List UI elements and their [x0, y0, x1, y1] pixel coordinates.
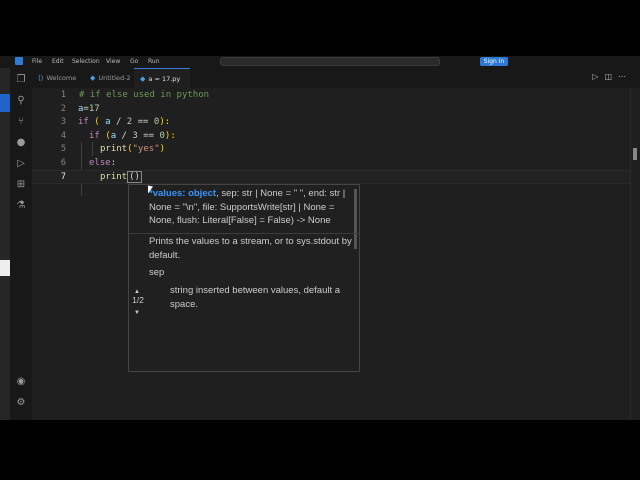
function-name: print	[100, 172, 128, 182]
tab-label: Welcome	[46, 74, 77, 82]
function-signature: *values: object, sep: str | None = " ", …	[149, 187, 357, 228]
line-number: 6	[60, 158, 66, 168]
line-number: 7	[60, 172, 66, 182]
number: 17	[88, 103, 100, 114]
code-line-5[interactable]: 5 print("yes")	[32, 143, 630, 157]
tab-untitled-2[interactable]: ◆ Untitled-2	[84, 68, 134, 88]
code-line-2[interactable]: 2 a=17	[32, 103, 630, 117]
menu-file[interactable]: File	[32, 58, 42, 65]
tab-a-17-py[interactable]: ◆ a = 17.py	[134, 68, 190, 101]
line-number: 1	[60, 90, 66, 100]
bracket-match: ()	[127, 171, 142, 183]
split-editor-icon[interactable]: ◫	[604, 72, 618, 81]
side-panel-edge	[0, 68, 10, 420]
operator: :	[110, 158, 117, 168]
comment: # if else used in python	[79, 90, 210, 100]
code-line-6[interactable]: 6 else:	[32, 157, 630, 171]
code-text: if ( a / 2 == 0):	[78, 116, 170, 130]
search-icon[interactable]: ⚲	[15, 95, 27, 107]
paren: (	[99, 130, 111, 141]
code-line-1[interactable]: 1 # if else used in python	[32, 89, 630, 103]
keyword: if	[89, 130, 100, 141]
operator: ==	[137, 130, 160, 141]
parameter-hint-popup: *values: object, sep: str | None = " ", …	[128, 184, 360, 372]
line-number: 2	[60, 103, 66, 114]
python-file-icon: ◆	[140, 75, 146, 83]
activity-bar: ❐ ⚲ ⑂ ● ▷ ⊞ ⚗ ◉ ⚙	[10, 68, 32, 420]
mouse-pointer-icon	[148, 185, 153, 195]
selected-item-highlight	[0, 94, 10, 112]
account-icon[interactable]: ◉	[15, 376, 27, 388]
tab-label: a = 17.py	[148, 75, 181, 83]
operator: /	[110, 117, 127, 128]
code-line-7[interactable]: 7 print()	[32, 170, 630, 184]
extensions-icon[interactable]: ⊞	[15, 179, 27, 191]
parameter-name: sep	[149, 267, 165, 278]
paren: (	[94, 117, 106, 128]
python-icon[interactable]: ●	[15, 137, 27, 149]
function-doc: Prints the values to a stream, or to sys…	[149, 236, 352, 261]
editor-tabs: ⟨⟩ Welcome ◆ Untitled-2 ◆ a = 17.py ▷◫⋯	[32, 68, 640, 101]
editor-actions: ▷◫⋯	[592, 72, 632, 81]
scrollbar-thumb[interactable]	[633, 148, 637, 160]
more-actions-icon[interactable]: ⋯	[618, 72, 632, 81]
string: "yes"	[132, 144, 160, 155]
file-icon: ◆	[90, 74, 96, 82]
paren: )	[159, 144, 166, 155]
line-number: 3	[60, 117, 66, 128]
panel-fragment	[0, 260, 10, 276]
next-overload-icon[interactable]: ▼	[134, 310, 140, 316]
vscode-icon: ⟨⟩	[38, 74, 44, 82]
run-debug-icon[interactable]: ▷	[15, 158, 27, 170]
function-name: print	[100, 144, 128, 155]
menu-selection[interactable]: Selection	[72, 58, 100, 65]
sign-in-button[interactable]: Sign in	[480, 57, 508, 66]
source-control-icon[interactable]: ⑂	[15, 116, 27, 128]
code-text: else:	[89, 157, 116, 171]
menu-view[interactable]: View	[106, 58, 120, 65]
keyword: else	[89, 158, 111, 168]
tab-label: Untitled-2	[98, 74, 131, 82]
explorer-icon[interactable]: ❐	[15, 74, 27, 86]
line-number: 4	[60, 130, 66, 141]
code-line-3[interactable]: 3 if ( a / 2 == 0):	[32, 116, 630, 130]
active-parameter: *values: object	[149, 188, 217, 199]
operator: ==	[132, 117, 154, 128]
tab-welcome[interactable]: ⟨⟩ Welcome	[32, 68, 84, 88]
menu-run[interactable]: Run	[148, 58, 160, 65]
vscode-logo-icon	[15, 57, 23, 65]
vscode-window: File Edit Selection View Go Run Sign in …	[0, 56, 640, 420]
testing-icon[interactable]: ⚗	[15, 200, 27, 212]
letterbox-bottom	[0, 420, 640, 480]
code-text: print("yes")	[100, 143, 165, 157]
code-text: print()	[100, 171, 142, 185]
paren: ):	[164, 130, 176, 141]
code-text: # if else used in python	[79, 89, 209, 103]
operator: /	[116, 130, 133, 141]
paren: ):	[159, 117, 171, 128]
command-search-box[interactable]	[220, 57, 440, 66]
editor-scrollbar[interactable]	[630, 88, 640, 420]
letterbox-top	[0, 0, 640, 56]
keyword: if	[78, 117, 89, 128]
menu-go[interactable]: Go	[130, 58, 138, 65]
menu-edit[interactable]: Edit	[52, 58, 64, 65]
run-icon[interactable]: ▷	[592, 72, 604, 81]
code-line-4[interactable]: 4 if (a / 3 == 0):	[32, 130, 630, 144]
parameter-description: string inserted between values, default …	[170, 285, 341, 310]
line-number: 5	[60, 144, 66, 155]
code-text: a=17	[78, 103, 100, 117]
overload-counter: 1/2	[132, 295, 144, 305]
divider	[129, 233, 359, 234]
title-bar: File Edit Selection View Go Run Sign in	[0, 56, 640, 68]
settings-gear-icon[interactable]: ⚙	[15, 397, 27, 409]
code-text: if (a / 3 == 0):	[89, 130, 176, 144]
